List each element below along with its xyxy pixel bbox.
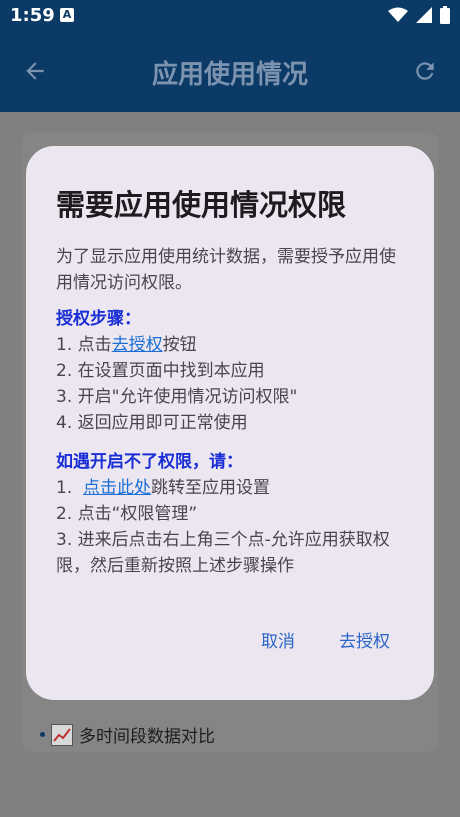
fallback-1: 1. 点击此处跳转至应用设置 — [56, 475, 406, 501]
refresh-icon[interactable] — [412, 58, 438, 84]
fallback-1-prefix: 1. — [56, 478, 84, 498]
step-2: 2. 在设置页面中找到本应用 — [56, 361, 265, 381]
fallback-block: 如遇开启不了权限，请： 1. 点击此处跳转至应用设置 2. 点击“权限管理” 3… — [56, 449, 406, 579]
accessibility-icon: A — [60, 8, 74, 22]
battery-icon — [440, 6, 450, 24]
wifi-icon — [388, 7, 408, 22]
status-time: 1:59 — [10, 5, 55, 26]
dialog-actions: 取消 去授权 — [261, 627, 390, 652]
bullet-icon — [40, 732, 45, 737]
chart-icon — [51, 723, 73, 746]
authorize-link[interactable]: 去授权 — [112, 335, 163, 355]
fallback-title: 如遇开启不了权限，请： — [56, 452, 243, 472]
cancel-button[interactable]: 取消 — [261, 627, 295, 652]
step-1-suffix: 按钮 — [162, 335, 197, 355]
step-1: 1. 点击去授权按钮 — [56, 332, 406, 358]
dialog-intro: 为了显示应用使用统计数据，需要授予应用使用情况访问权限。 — [56, 247, 396, 293]
step-3: 3. 开启"允许使用情况访问权限" — [56, 387, 298, 407]
app-bar: 应用使用情况 — [0, 32, 460, 112]
steps-block: 授权步骤： 1. 点击去授权按钮 2. 在设置页面中找到本应用 3. 开启"允许… — [56, 306, 406, 436]
fallback-2: 2. 点击“权限管理” — [56, 504, 198, 524]
authorize-button[interactable]: 去授权 — [339, 627, 390, 652]
permission-dialog: 需要应用使用情况权限 为了显示应用使用统计数据，需要授予应用使用情况访问权限。 … — [26, 146, 434, 700]
status-bar: 1:59 A — [0, 0, 460, 32]
fallback-1-suffix: 跳转至应用设置 — [151, 478, 271, 498]
fallback-3: 3. 进来后点击右上角三个点-允许应用获取权限，然后重新按照上述步骤操作 — [56, 530, 390, 576]
step-4: 4. 返回应用即可正常使用 — [56, 413, 248, 433]
step-1-prefix: 1. 点击 — [56, 335, 112, 355]
open-settings-link[interactable]: 点击此处 — [83, 478, 151, 498]
page-title: 应用使用情况 — [151, 60, 308, 90]
signal-icon — [416, 7, 432, 23]
feature-label: 多时间段数据对比 — [79, 727, 215, 747]
steps-title: 授权步骤： — [56, 309, 141, 329]
feature-list-item: 多时间段数据对比 — [40, 722, 215, 747]
dialog-title: 需要应用使用情况权限 — [56, 188, 347, 222]
